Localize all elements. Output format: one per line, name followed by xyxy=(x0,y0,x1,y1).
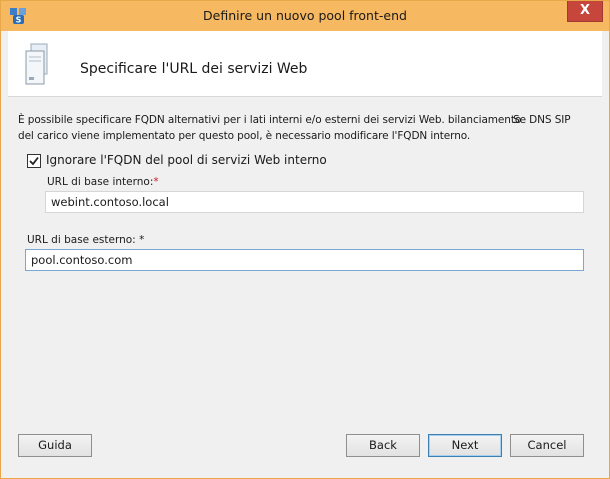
description-line-1: È possibile specificare FQDN alternativi… xyxy=(18,114,522,126)
window-title: Definire un nuovo pool front-end xyxy=(203,8,407,23)
server-icon xyxy=(25,43,48,85)
override-fqdn-checkbox[interactable] xyxy=(27,154,41,168)
next-button[interactable]: Next xyxy=(428,434,502,457)
title-bar[interactable]: S Definire un nuovo pool front-end X xyxy=(1,1,609,31)
back-button[interactable]: Back xyxy=(346,434,420,457)
internal-url-label-text: URL di base interno: xyxy=(47,176,154,188)
override-fqdn-label[interactable]: Ignorare l'FQDN del pool di servizi Web … xyxy=(46,153,327,167)
wizard-header: Specificare l'URL dei servizi Web xyxy=(8,31,602,97)
description-text: È possibile specificare FQDN alternativi… xyxy=(18,112,578,144)
external-url-label: URL di base esterno: * xyxy=(27,234,144,246)
external-url-label-text: URL di base esterno: xyxy=(27,234,140,246)
description-line-1-right: Se DNS SIP xyxy=(513,114,571,126)
cancel-button[interactable]: Cancel xyxy=(510,434,584,457)
required-marker: * xyxy=(153,176,159,188)
close-button[interactable]: X xyxy=(567,1,603,22)
help-button[interactable]: Guida xyxy=(18,434,92,457)
required-marker: * xyxy=(139,234,145,246)
page-title: Specificare l'URL dei servizi Web xyxy=(80,61,308,77)
checkmark-icon xyxy=(29,156,39,166)
close-icon: X xyxy=(579,3,591,18)
description-line-2: del carico viene implementato per questo… xyxy=(18,130,471,142)
external-url-input[interactable] xyxy=(25,249,584,271)
internal-url-input[interactable] xyxy=(45,191,584,213)
internal-url-label: URL di base interno:* xyxy=(47,176,159,188)
